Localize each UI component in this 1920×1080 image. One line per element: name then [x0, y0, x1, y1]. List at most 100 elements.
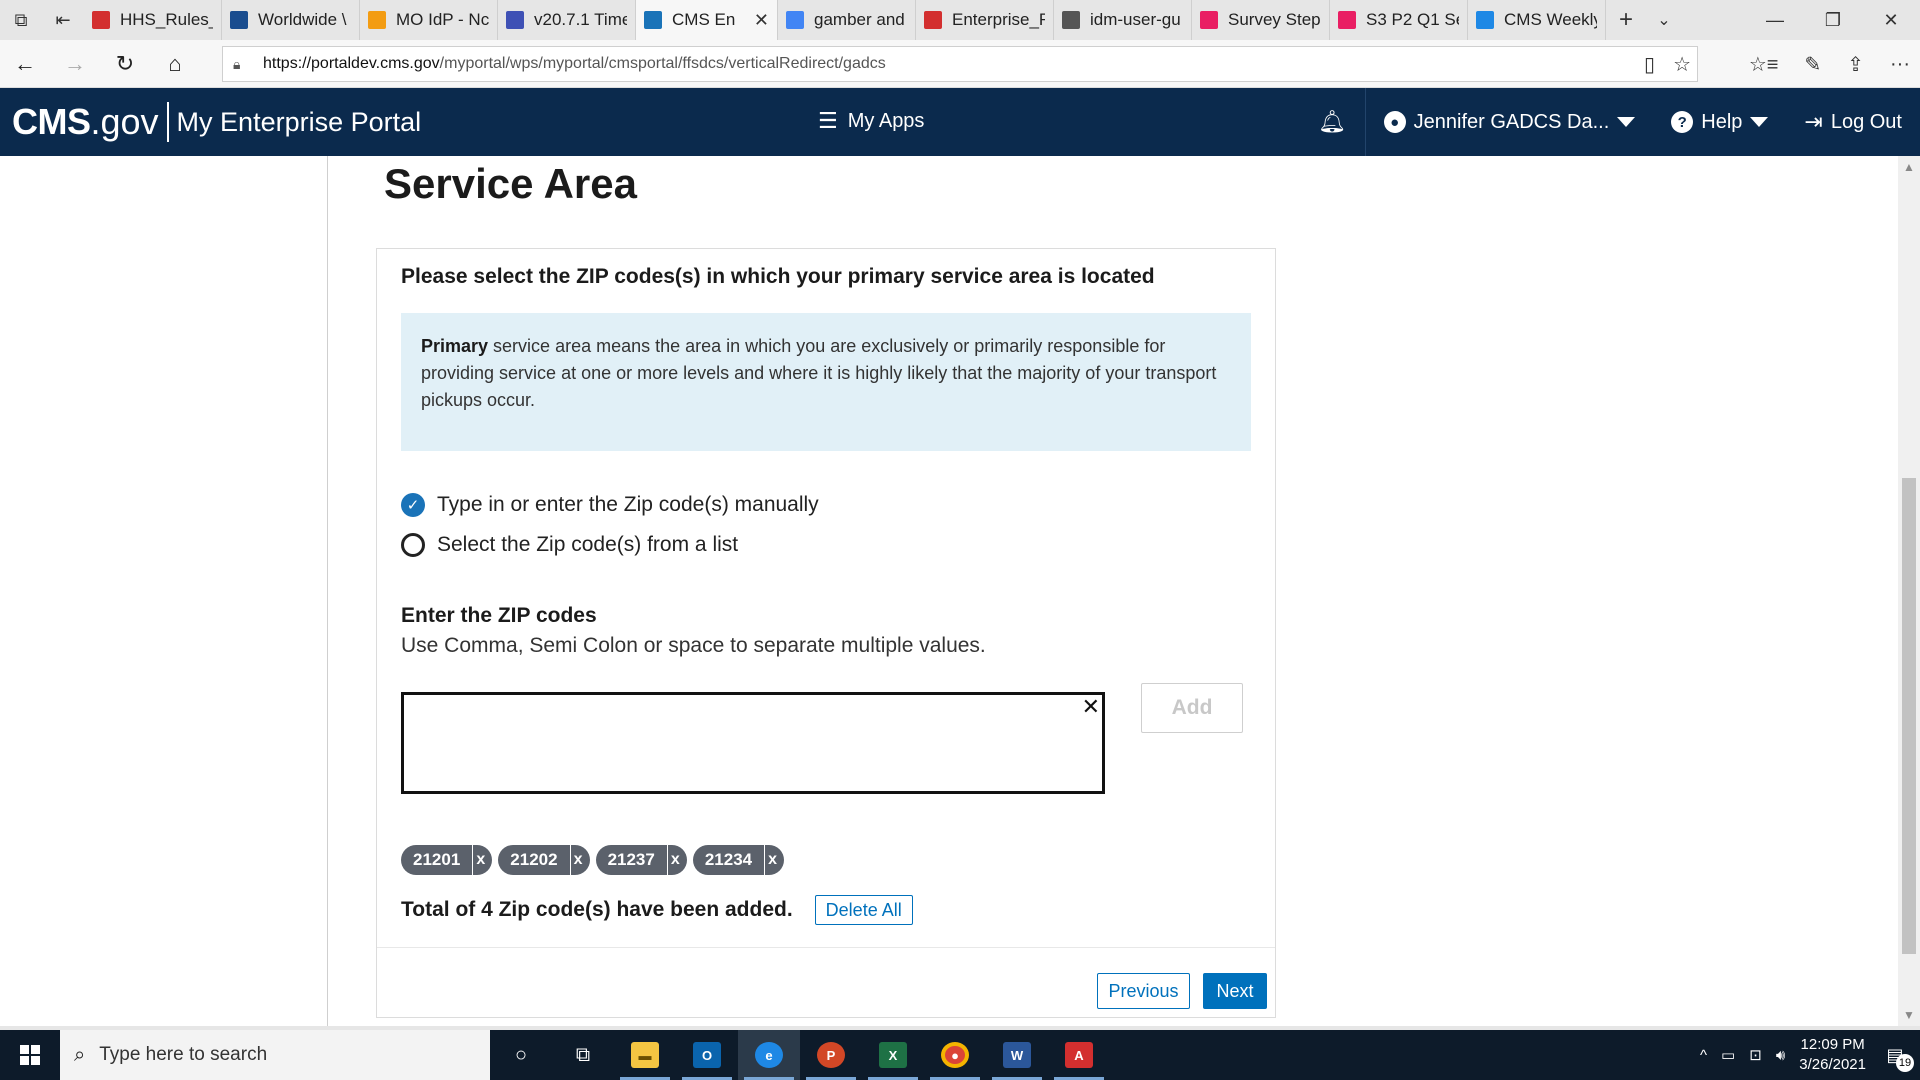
favorite-star-icon[interactable]: ☆	[1673, 52, 1691, 77]
powerpoint-icon[interactable]: P	[800, 1030, 862, 1080]
window-controls: — ❐ ✕	[1746, 0, 1920, 40]
delete-all-button[interactable]: Delete All	[814, 895, 913, 925]
refresh-icon[interactable]: ↻	[100, 40, 150, 88]
help-menu[interactable]: ? Help	[1653, 88, 1786, 156]
pdf-icon	[924, 11, 942, 29]
confluence-icon	[1476, 11, 1494, 29]
taskbar-search-placeholder: Type here to search	[99, 1044, 268, 1065]
browser-tab[interactable]: v20.7.1 Time	[498, 0, 636, 40]
chrome-icon[interactable]: ●	[924, 1030, 986, 1080]
browser-tab-label: Worldwide \	[258, 10, 347, 29]
add-button[interactable]: Add	[1141, 683, 1243, 733]
tab-list-chevron-icon[interactable]: ⌄	[1646, 10, 1682, 30]
tray-expand-icon[interactable]: ^	[1700, 1047, 1707, 1064]
u-logo-icon	[506, 11, 524, 29]
browser-tab[interactable]: MO IdP - Nc	[360, 0, 498, 40]
logout-button[interactable]: ⇥ Log Out	[1786, 88, 1920, 156]
user-name: Jennifer GADCS Da...	[1413, 110, 1610, 133]
scrollbar-thumb[interactable]	[1902, 478, 1916, 954]
volume-icon[interactable]: 🔊︎	[1776, 1047, 1785, 1064]
remove-chip-button[interactable]: x	[569, 845, 590, 875]
clear-input-icon[interactable]: ✕	[1082, 695, 1100, 719]
radio-select-from-list[interactable]: Select the Zip code(s) from a list	[401, 533, 738, 557]
loading-icon	[368, 11, 386, 29]
edge-icon[interactable]: e	[738, 1030, 800, 1080]
clock-time: 12:09 PM	[1800, 1036, 1865, 1053]
remove-chip-button[interactable]: x	[764, 845, 784, 875]
cortana-icon[interactable]: ○	[490, 1030, 552, 1080]
notifications-bell-icon[interactable]: 🔔︎	[1300, 88, 1366, 156]
close-tab-icon[interactable]: ✕	[754, 10, 769, 31]
home-icon[interactable]: ⌂	[150, 40, 200, 88]
clock[interactable]: 12:09 PM 3/26/2021	[1799, 1035, 1866, 1075]
excel-icon[interactable]: X	[862, 1030, 924, 1080]
more-options-icon[interactable]: ···	[1890, 53, 1910, 76]
caret-down-icon	[1617, 117, 1636, 127]
acrobat-icon[interactable]: A	[1048, 1030, 1110, 1080]
file-explorer-icon[interactable]: ▬	[614, 1030, 676, 1080]
reading-view-icon[interactable]: ▯	[1644, 52, 1655, 77]
browser-tab[interactable]: Survey Step	[1192, 0, 1330, 40]
task-view-icon[interactable]: ⧉	[552, 1030, 614, 1080]
left-sidebar	[0, 156, 328, 1026]
browser-tab[interactable]: CMS En ✕	[636, 0, 778, 40]
next-button[interactable]: Next	[1203, 973, 1267, 1009]
url-field[interactable]: 🔒︎ https://portaldev.cms.gov/myportal/wp…	[222, 46, 1698, 82]
caret-down-icon	[1750, 117, 1769, 127]
browser-tab-label: MO IdP - Nc	[396, 10, 489, 29]
back-arrow-icon[interactable]: ←	[0, 40, 50, 88]
zip-chip-value: 21201	[413, 850, 461, 869]
favorites-list-icon[interactable]: ☆≡	[1749, 52, 1779, 77]
windows-logo-icon	[20, 1045, 40, 1065]
browser-tab[interactable]: S3 P2 Q1 Se	[1330, 0, 1468, 40]
outlook-icon[interactable]: O	[676, 1030, 738, 1080]
new-tab-button[interactable]: +	[1606, 6, 1646, 34]
tab-actions-icon[interactable]: ⧉	[0, 0, 42, 40]
zip-chip-value: 21237	[607, 850, 655, 869]
browser-tab[interactable]: Worldwide \	[222, 0, 360, 40]
radio-unchecked-icon[interactable]	[401, 533, 425, 557]
list-icon: ☰	[818, 108, 838, 133]
word-icon[interactable]: W	[986, 1030, 1048, 1080]
remove-chip-button[interactable]: x	[472, 845, 492, 875]
browser-tab[interactable]: idm-user-gu	[1054, 0, 1192, 40]
action-center-icon[interactable]: ▤ 19	[1880, 1040, 1914, 1072]
info-text: service area means the area in which you…	[421, 336, 1217, 410]
share-icon[interactable]: ⇪	[1847, 52, 1864, 77]
battery-icon[interactable]: ▭	[1721, 1046, 1735, 1064]
restore-icon[interactable]: ❐	[1804, 0, 1862, 40]
browser-tab[interactable]: gamber and	[778, 0, 916, 40]
tabs-container: HHS_Rules_ Worldwide \ MO IdP - Nc v20.7.1 …	[84, 0, 1606, 40]
logout-icon: ⇥	[1804, 109, 1823, 134]
pen-notes-icon[interactable]: ✎	[1804, 52, 1821, 77]
my-apps-menu[interactable]: ☰ My Apps	[818, 108, 924, 134]
lock-icon: 🔒︎	[233, 55, 241, 72]
forward-arrow-icon[interactable]: →	[50, 40, 100, 88]
minimize-icon[interactable]: —	[1746, 0, 1804, 40]
radio-list-label: Select the Zip code(s) from a list	[437, 533, 739, 556]
scroll-down-icon[interactable]: ▼	[1898, 1004, 1920, 1026]
portal-name: My Enterprise Portal	[176, 106, 422, 137]
zip-code-input[interactable]	[404, 695, 1102, 791]
close-window-icon[interactable]: ✕	[1862, 0, 1920, 40]
browser-tab[interactable]: HHS_Rules_	[84, 0, 222, 40]
set-aside-tabs-icon[interactable]: ⇤	[42, 0, 84, 40]
scroll-up-icon[interactable]: ▲	[1898, 156, 1920, 178]
info-box: Primary service area means the area in w…	[401, 313, 1251, 451]
user-menu[interactable]: ● Jennifer GADCS Da...	[1366, 88, 1654, 156]
browser-tab-label: gamber and	[814, 10, 905, 29]
cms-logo[interactable]: CMS .gov My Enterprise Portal	[12, 100, 421, 144]
network-icon[interactable]: ⊡	[1749, 1046, 1762, 1064]
browser-tab[interactable]: Enterprise_F	[916, 0, 1054, 40]
browser-tab-label: Survey Step	[1228, 10, 1321, 29]
previous-button[interactable]: Previous	[1097, 973, 1190, 1009]
start-button[interactable]	[0, 1030, 60, 1080]
browser-tab-label: HHS_Rules_	[120, 10, 213, 29]
radio-checked-icon[interactable]: ✓	[401, 493, 425, 517]
zip-section-label: Enter the ZIP codes	[401, 604, 597, 627]
taskbar-search[interactable]: ⌕ Type here to search	[60, 1030, 490, 1080]
browser-tab[interactable]: CMS Weekly	[1468, 0, 1606, 40]
remove-chip-button[interactable]: x	[666, 845, 687, 875]
zip-chip-value: 21234	[704, 850, 753, 869]
radio-manual-entry[interactable]: ✓ Type in or enter the Zip code(s) manua…	[401, 493, 819, 517]
